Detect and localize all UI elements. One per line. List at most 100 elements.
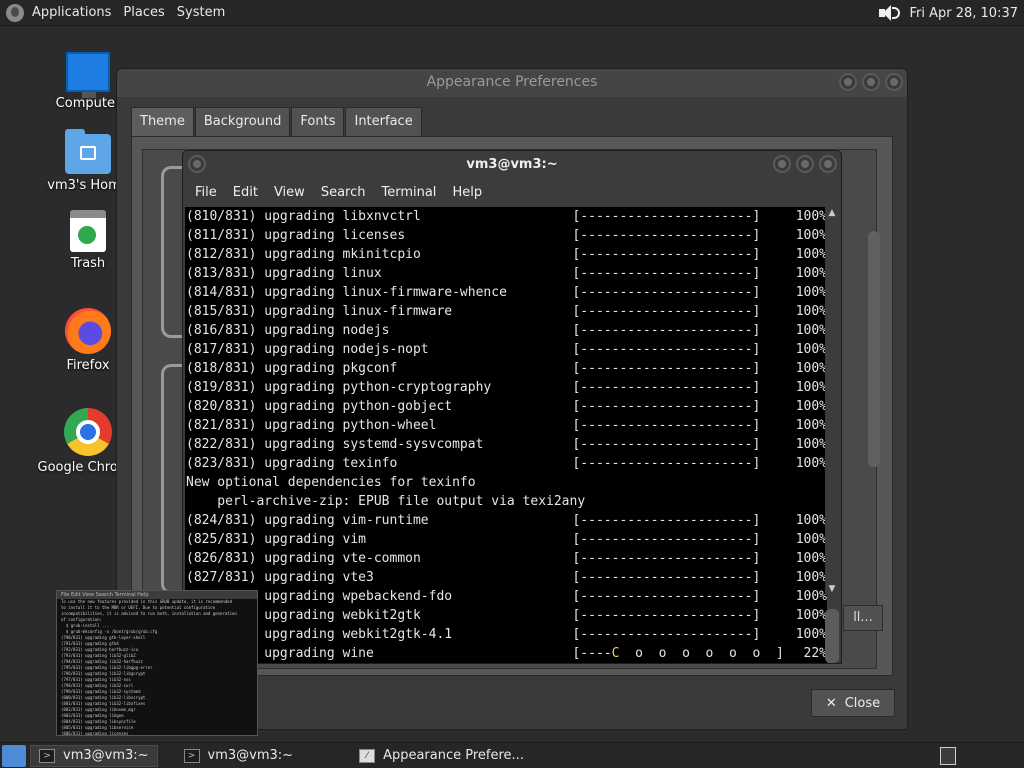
- terminal-line: (817/831) upgrading nodejs-nopt [--------…: [186, 340, 827, 359]
- progress-bar: [----------------------]: [572, 342, 761, 357]
- tab-background[interactable]: Background: [194, 107, 291, 137]
- preview-content: To use the new features provided in this…: [57, 599, 257, 736]
- progress-bar: [----------------------]: [572, 380, 761, 395]
- terminal-output[interactable]: (810/831) upgrading libxnvctrl [---------…: [185, 207, 827, 663]
- terminal-line: (816/831) upgrading nodejs [-------------…: [186, 321, 827, 340]
- volume-icon[interactable]: [877, 3, 901, 23]
- appearance-titlebar[interactable]: Appearance Preferences: [117, 69, 907, 97]
- home-folder-icon: [65, 129, 111, 174]
- terminal-line-text: (816/831) upgrading nodejs: [186, 323, 390, 338]
- top-panel: Applications Places System Fri Apr 28, 1…: [0, 0, 1024, 26]
- menu-search[interactable]: Search: [313, 185, 374, 200]
- bottom-panel: > vm3@vm3:~ > vm3@vm3:~ ⁄ Appearance Pre…: [0, 742, 1024, 768]
- progress-percent: 100%: [795, 361, 827, 376]
- menu-terminal[interactable]: Terminal: [373, 185, 444, 200]
- progress-bar: [----------------------]: [572, 532, 761, 547]
- menu-view[interactable]: View: [266, 185, 313, 200]
- scroll-up-icon[interactable]: ▲: [825, 207, 839, 219]
- progress-percent: 100%: [795, 209, 827, 224]
- terminal-line-text: (815/831) upgrading linux-firmware: [186, 304, 453, 319]
- progress-bar: [----------------------]: [572, 551, 761, 566]
- close-button-label: Close: [844, 695, 881, 711]
- menu-edit[interactable]: Edit: [225, 185, 266, 200]
- taskbar-item-appearance[interactable]: ⁄ Appearance Prefere...: [351, 745, 532, 767]
- pacman-progress-bar: [----C o o o o o o ]: [572, 644, 789, 663]
- trash-icon: [70, 210, 106, 252]
- progress-percent: 100%: [795, 589, 827, 604]
- progress-bar: [----------------------]: [572, 456, 761, 471]
- terminal-line-text: (821/831) upgrading python-wheel: [186, 418, 437, 433]
- terminal-line: (821/831) upgrading python-wheel [-------…: [186, 416, 827, 435]
- terminal-titlebar[interactable]: vm3@vm3:~: [183, 151, 841, 179]
- system-menu[interactable]: System: [171, 0, 231, 26]
- progress-bar: [----------------------]: [572, 418, 761, 433]
- window-preview-thumbnail[interactable]: File Edit View Search Terminal Help To u…: [56, 590, 258, 736]
- menu-file[interactable]: File: [187, 185, 225, 200]
- progress-percent: 100%: [795, 342, 827, 357]
- progress-bar: [----------------------]: [572, 209, 761, 224]
- terminal-line: (823/831) upgrading texinfo [------------…: [186, 454, 827, 473]
- maximize-icon[interactable]: [796, 155, 814, 173]
- terminal-line-text: (822/831) upgrading systemd-sysvcompat: [186, 437, 484, 452]
- progress-bar: [----------------------]: [572, 361, 761, 376]
- window-menu-icon[interactable]: [188, 155, 206, 173]
- taskbar-item-terminal-1[interactable]: > vm3@vm3:~: [30, 744, 158, 767]
- taskbar-item-label: vm3@vm3:~: [207, 748, 294, 763]
- install-button[interactable]: ll...: [843, 605, 883, 631]
- applications-menu[interactable]: Applications: [0, 0, 117, 26]
- progress-percent: 100%: [795, 608, 827, 623]
- show-desktop-icon[interactable]: [2, 744, 26, 767]
- maximize-icon[interactable]: [862, 73, 880, 91]
- close-button[interactable]: ✕ Close: [811, 689, 895, 717]
- appearance-app-icon: ⁄: [359, 748, 376, 763]
- progress-percent: 100%: [795, 285, 827, 300]
- terminal-line-text: (826/831) upgrading vte-common: [186, 551, 421, 566]
- places-menu[interactable]: Places: [117, 0, 170, 26]
- minimize-icon[interactable]: [773, 155, 791, 173]
- workspace-switcher[interactable]: [940, 747, 956, 765]
- terminal-line: upgrading webkit2gtk-4.1 [---------------…: [186, 625, 827, 644]
- clock[interactable]: Fri Apr 28, 10:37: [909, 6, 1018, 21]
- preview-line: (806/831) upgrading licenses: [61, 731, 129, 736]
- terminal-line: upgrading wine [----C o o o o o o ] 22%: [186, 644, 827, 663]
- close-window-icon[interactable]: [885, 73, 903, 91]
- progress-bar: [----------------------]: [572, 399, 761, 414]
- terminal-scroll-thumb[interactable]: [825, 609, 839, 663]
- theme-list-scrollbar[interactable]: [868, 231, 880, 467]
- taskbar-item-label: Appearance Prefere...: [383, 748, 524, 763]
- progress-percent: [789, 473, 827, 492]
- tab-interface[interactable]: Interface: [345, 107, 422, 137]
- panel-tray: Fri Apr 28, 10:37: [877, 0, 1018, 26]
- terminal-line: (814/831) upgrading linux-firmware-whenc…: [186, 283, 827, 302]
- terminal-line-text: (812/831) upgrading mkinitcpio: [186, 247, 421, 262]
- terminal-line-text: (825/831) upgrading vim: [186, 532, 367, 547]
- system-menu-label: System: [176, 5, 226, 20]
- terminal-line: New optional dependencies for texinfo: [186, 473, 827, 492]
- progress-bar: [----------------------]: [572, 247, 761, 262]
- terminal-line-text: (818/831) upgrading pkgconf: [186, 361, 398, 376]
- terminal-scrollbar[interactable]: ▲ ▼: [825, 207, 839, 595]
- terminal-line: (819/831) upgrading python-cryptography […: [186, 378, 827, 397]
- progress-bar: [----------------------]: [572, 608, 761, 623]
- appearance-tabs: Theme Background Fonts Interface: [131, 107, 423, 137]
- progress-percent: 22%: [803, 646, 827, 661]
- terminal-line: (825/831) upgrading vim [----------------…: [186, 530, 827, 549]
- tab-fonts[interactable]: Fonts: [291, 107, 345, 137]
- terminal-line-text: (814/831) upgrading linux-firmware-whenc…: [186, 285, 507, 300]
- terminal-line: (818/831) upgrading pkgconf [------------…: [186, 359, 827, 378]
- terminal-window: vm3@vm3:~ File Edit View Search Terminal…: [182, 150, 842, 664]
- close-window-icon[interactable]: [819, 155, 837, 173]
- terminal-line: (815/831) upgrading linux-firmware [-----…: [186, 302, 827, 321]
- terminal-line: (822/831) upgrading systemd-sysvcompat [-…: [186, 435, 827, 454]
- progress-percent: 100%: [795, 247, 827, 262]
- terminal-line-text: (823/831) upgrading texinfo: [186, 456, 398, 471]
- taskbar-item-terminal-2[interactable]: > vm3@vm3:~: [176, 745, 302, 767]
- scroll-down-icon[interactable]: ▼: [825, 583, 839, 595]
- progress-percent: 100%: [795, 551, 827, 566]
- tab-theme[interactable]: Theme: [131, 107, 194, 137]
- progress-percent: 100%: [795, 266, 827, 281]
- terminal-line: upgrading webkit2gtk [-------------------…: [186, 606, 827, 625]
- menu-help[interactable]: Help: [444, 185, 490, 200]
- progress-percent: 100%: [795, 380, 827, 395]
- minimize-icon[interactable]: [839, 73, 857, 91]
